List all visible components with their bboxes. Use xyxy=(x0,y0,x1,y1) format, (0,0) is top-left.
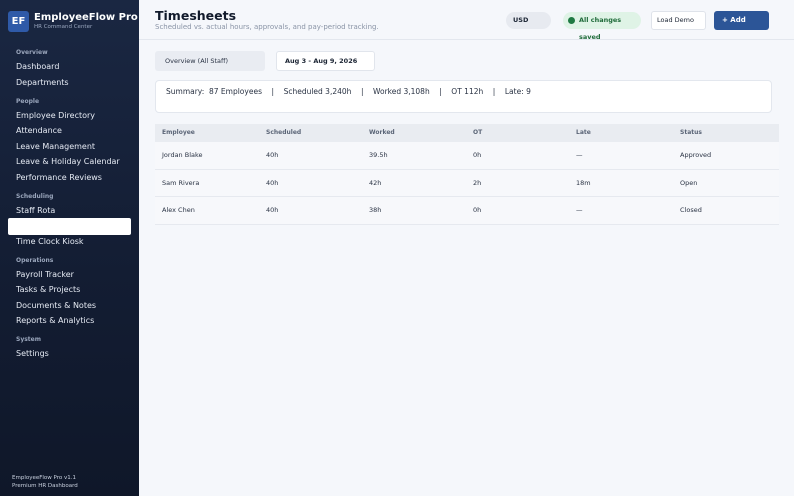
cell-late: 18m xyxy=(576,178,591,187)
column-header-employee[interactable]: Employee xyxy=(155,124,259,142)
edition-label: Premium HR Dashboard xyxy=(12,483,78,489)
save-status-badge: All changes saved xyxy=(563,12,641,41)
column-header-status[interactable]: Status xyxy=(673,124,779,142)
cell-ot: 0h xyxy=(473,206,482,214)
cell-status: Closed xyxy=(680,206,702,214)
cell-late: — xyxy=(576,206,583,214)
column-header-scheduled[interactable]: Scheduled xyxy=(259,124,362,142)
brand-logo: EF xyxy=(8,11,29,32)
cell-employee: Jordan Blake xyxy=(162,151,203,159)
view-filter-select[interactable]: Overview (All Staff) xyxy=(155,51,265,71)
section-system: System xyxy=(16,336,41,343)
sidebar-item-staff-rota[interactable]: Staff Rota xyxy=(16,206,55,216)
sidebar-item-timesheets[interactable]: Timesheets xyxy=(8,218,131,235)
load-demo-button[interactable]: Load Demo xyxy=(651,11,706,30)
sidebar-item-timesheets-label: Timesheets xyxy=(16,222,62,231)
sidebar-item-dashboard[interactable]: Dashboard xyxy=(16,62,59,72)
cell-employee: Sam Rivera xyxy=(162,178,200,187)
cell-scheduled: 40h xyxy=(266,178,279,187)
cell-status: Open xyxy=(680,178,698,187)
column-header-ot[interactable]: OT xyxy=(466,124,569,142)
sidebar-item-time-clock-kiosk[interactable]: Time Clock Kiosk xyxy=(16,237,84,247)
sidebar-item-leave-calendar[interactable]: Leave & Holiday Calendar xyxy=(16,157,120,167)
cell-scheduled: 40h xyxy=(266,151,279,159)
currency-select[interactable]: USD xyxy=(506,12,551,29)
cell-ot: 0h xyxy=(473,151,482,159)
date-range-picker[interactable]: Aug 3 - Aug 9, 2026 xyxy=(276,51,375,71)
column-header-worked[interactable]: Worked xyxy=(362,124,466,142)
page-title: Timesheets xyxy=(155,8,237,23)
table-row[interactable]: Sam Rivera 40h 42h 2h 18m Open xyxy=(155,169,779,197)
sidebar-footer: EmployeeFlow Pro v1.1 Premium HR Dashboa… xyxy=(12,474,78,490)
sidebar-item-attendance[interactable]: Attendance xyxy=(16,126,62,136)
sidebar-item-reports-analytics[interactable]: Reports & Analytics xyxy=(16,316,94,326)
sidebar-item-performance-reviews[interactable]: Performance Reviews xyxy=(16,173,102,183)
brand-name: EmployeeFlow Pro xyxy=(34,12,138,23)
section-overview: Overview xyxy=(16,49,48,56)
sidebar: EF EmployeeFlow Pro HR Command Center Ov… xyxy=(0,0,139,496)
sidebar-item-documents-notes[interactable]: Documents & Notes xyxy=(16,301,96,311)
cell-worked: 42h xyxy=(369,178,382,187)
section-operations: Operations xyxy=(16,257,54,264)
version-label: EmployeeFlow Pro v1.1 xyxy=(12,475,77,481)
cell-employee: Alex Chen xyxy=(162,206,195,214)
sidebar-item-tasks-projects[interactable]: Tasks & Projects xyxy=(16,285,80,295)
timesheets-table: Employee Scheduled Worked OT Late Status… xyxy=(155,124,779,225)
brand-tagline: HR Command Center xyxy=(34,24,93,30)
page-header: Timesheets Scheduled vs. actual hours, a… xyxy=(139,0,794,41)
summary-text: Summary: 87 Employees | Scheduled 3,240h… xyxy=(166,87,531,96)
add-button[interactable]: + Add xyxy=(714,11,769,30)
sidebar-item-leave-management[interactable]: Leave Management xyxy=(16,142,95,152)
table-header: Employee Scheduled Worked OT Late Status xyxy=(155,124,779,142)
cell-status: Approved xyxy=(680,151,712,159)
cell-late: — xyxy=(576,151,583,159)
saved-status-dot-icon xyxy=(568,17,575,24)
cell-scheduled: 40h xyxy=(266,206,279,214)
sidebar-item-payroll-tracker[interactable]: Payroll Tracker xyxy=(16,270,74,280)
sidebar-item-settings[interactable]: Settings xyxy=(16,349,49,359)
column-header-late[interactable]: Late xyxy=(569,124,673,142)
section-scheduling: Scheduling xyxy=(16,193,54,200)
sidebar-item-employee-directory[interactable]: Employee Directory xyxy=(16,111,95,121)
page-subtitle: Scheduled vs. actual hours, approvals, a… xyxy=(155,23,379,31)
cell-ot: 2h xyxy=(473,178,482,187)
table-row[interactable]: Alex Chen 40h 38h 0h — Closed xyxy=(155,197,779,225)
summary-bar: Summary: 87 Employees | Scheduled 3,240h… xyxy=(155,80,772,113)
cell-worked: 39.5h xyxy=(369,151,388,159)
table-row[interactable]: Jordan Blake 40h 39.5h 0h — Approved xyxy=(155,142,779,170)
save-status-text: All changes saved xyxy=(579,16,622,41)
sidebar-item-departments[interactable]: Departments xyxy=(16,78,69,88)
cell-worked: 38h xyxy=(369,206,382,214)
brand[interactable]: EF EmployeeFlow Pro HR Command Center xyxy=(8,11,138,32)
section-people: People xyxy=(16,98,40,105)
